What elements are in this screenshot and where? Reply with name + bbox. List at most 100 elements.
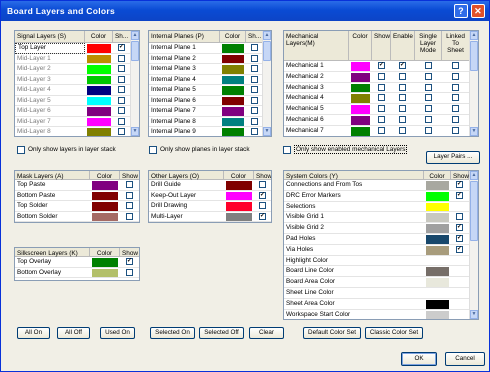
table-row[interactable]: Top Layer ✓: [15, 43, 130, 54]
table-row[interactable]: Sheet Area Color: [284, 299, 469, 310]
show-checkbox[interactable]: [251, 65, 258, 72]
scroll-up-icon[interactable]: ▲: [263, 31, 271, 40]
show-checkbox[interactable]: [456, 213, 463, 221]
enable-checkbox[interactable]: ✓: [399, 62, 406, 69]
table-row[interactable]: Connections and From Tos ✓: [284, 180, 469, 191]
show-checkbox[interactable]: ✓: [378, 62, 385, 69]
color-swatch[interactable]: [222, 107, 244, 116]
color-swatch[interactable]: [87, 44, 111, 53]
table-row[interactable]: Bottom Solder: [15, 212, 139, 222]
vertical-scrollbar[interactable]: ▲ ▼: [469, 31, 478, 136]
linked-checkbox[interactable]: [452, 105, 459, 113]
scroll-down-icon[interactable]: ▼: [470, 127, 478, 136]
linked-checkbox[interactable]: [452, 72, 459, 80]
only-show-mech-checkbox[interactable]: Only show enabled mechanical Layers: [283, 145, 408, 154]
scroll-up-icon[interactable]: ▲: [131, 31, 139, 40]
vertical-scrollbar[interactable]: ▲ ▼: [130, 31, 139, 136]
table-row[interactable]: Mid-Layer 1: [15, 54, 130, 64]
all-off-button[interactable]: All Off: [57, 327, 90, 339]
color-swatch[interactable]: [222, 65, 244, 74]
table-row[interactable]: Sheet Line Color: [284, 288, 469, 299]
show-checkbox[interactable]: [118, 96, 125, 104]
only-show-planes-checkbox[interactable]: Only show planes in layer stack: [149, 146, 250, 154]
show-checkbox[interactable]: [251, 107, 258, 114]
show-checkbox[interactable]: [118, 117, 125, 125]
color-swatch[interactable]: [351, 105, 370, 114]
table-row[interactable]: Internal Plane 4: [149, 75, 262, 85]
color-swatch[interactable]: [426, 256, 449, 266]
table-row[interactable]: Internal Plane 7: [149, 106, 262, 117]
linked-checkbox[interactable]: [452, 116, 459, 123]
color-swatch[interactable]: [426, 245, 449, 255]
show-checkbox[interactable]: [378, 105, 385, 113]
table-row[interactable]: Visible Grid 1: [284, 212, 469, 224]
show-checkbox[interactable]: [118, 86, 125, 93]
show-checkbox[interactable]: [378, 94, 385, 102]
color-swatch[interactable]: [426, 224, 449, 233]
table-row[interactable]: Drill Guide: [149, 180, 271, 191]
all-on-button[interactable]: All On: [17, 327, 50, 339]
scroll-down-icon[interactable]: ▼: [131, 127, 139, 136]
table-row[interactable]: Keep-Out Layer ✓: [149, 191, 271, 201]
table-row[interactable]: Highlight Color: [284, 256, 469, 267]
show-checkbox[interactable]: [251, 54, 258, 62]
color-swatch[interactable]: [426, 235, 449, 244]
table-row[interactable]: Mid-Layer 2: [15, 64, 130, 75]
color-swatch[interactable]: [426, 202, 449, 212]
single-checkbox[interactable]: [425, 62, 432, 69]
color-swatch[interactable]: [92, 181, 118, 190]
show-checkbox[interactable]: [251, 128, 258, 135]
color-swatch[interactable]: [92, 258, 118, 267]
show-checkbox[interactable]: [259, 181, 266, 188]
table-row[interactable]: Mechanical 2: [284, 72, 469, 83]
enable-checkbox[interactable]: [399, 72, 406, 80]
color-swatch[interactable]: [426, 289, 449, 298]
show-checkbox[interactable]: [378, 116, 385, 123]
show-checkbox[interactable]: [259, 202, 266, 209]
table-row[interactable]: Internal Plane 6: [149, 96, 262, 106]
show-checkbox[interactable]: [378, 126, 385, 134]
used-on-button[interactable]: Used On: [100, 327, 135, 339]
table-row[interactable]: Mid-Layer 8: [15, 127, 130, 136]
color-swatch[interactable]: [226, 181, 252, 190]
show-checkbox[interactable]: [126, 181, 133, 188]
show-checkbox[interactable]: ✓: [118, 44, 125, 51]
show-checkbox[interactable]: ✓: [456, 181, 463, 188]
table-row[interactable]: Mid-Layer 7: [15, 117, 130, 127]
show-checkbox[interactable]: ✓: [126, 258, 133, 265]
color-swatch[interactable]: [426, 213, 449, 223]
color-swatch[interactable]: [426, 267, 449, 277]
enable-checkbox[interactable]: [399, 83, 406, 91]
color-swatch[interactable]: [226, 212, 252, 221]
table-row[interactable]: Mechanical 1 ✓ ✓: [284, 61, 469, 72]
scroll-thumb[interactable]: [470, 181, 478, 241]
single-checkbox[interactable]: [425, 94, 432, 102]
show-checkbox[interactable]: [251, 75, 258, 83]
linked-checkbox[interactable]: [452, 94, 459, 102]
enable-checkbox[interactable]: [399, 116, 406, 123]
only-show-layers-checkbox[interactable]: Only show layers in layer stack: [17, 146, 116, 154]
color-swatch[interactable]: [426, 191, 449, 201]
layer-pairs-button[interactable]: Layer Pairs ...: [426, 151, 480, 164]
scroll-down-icon[interactable]: ▼: [263, 127, 271, 136]
cancel-button[interactable]: Cancel: [445, 352, 485, 366]
enable-checkbox[interactable]: [399, 126, 406, 134]
show-checkbox[interactable]: [378, 83, 385, 91]
table-row[interactable]: Drill Drawing: [149, 201, 271, 212]
table-row[interactable]: Bottom Paste: [15, 191, 139, 201]
color-swatch[interactable]: [426, 278, 449, 287]
checkbox-box[interactable]: [149, 146, 157, 154]
linked-checkbox[interactable]: [452, 126, 459, 134]
table-row[interactable]: Internal Plane 9: [149, 127, 262, 136]
linked-checkbox[interactable]: [452, 62, 459, 69]
table-row[interactable]: Mechanical 6: [284, 115, 469, 126]
show-checkbox[interactable]: ✓: [456, 245, 463, 253]
enable-checkbox[interactable]: [399, 105, 406, 113]
color-swatch[interactable]: [351, 72, 370, 82]
show-checkbox[interactable]: [126, 268, 133, 276]
color-swatch[interactable]: [87, 128, 111, 136]
show-checkbox[interactable]: ✓: [456, 191, 463, 199]
table-row[interactable]: Board Area Color: [284, 277, 469, 288]
scroll-up-icon[interactable]: ▲: [470, 171, 478, 180]
show-checkbox[interactable]: [126, 202, 133, 209]
